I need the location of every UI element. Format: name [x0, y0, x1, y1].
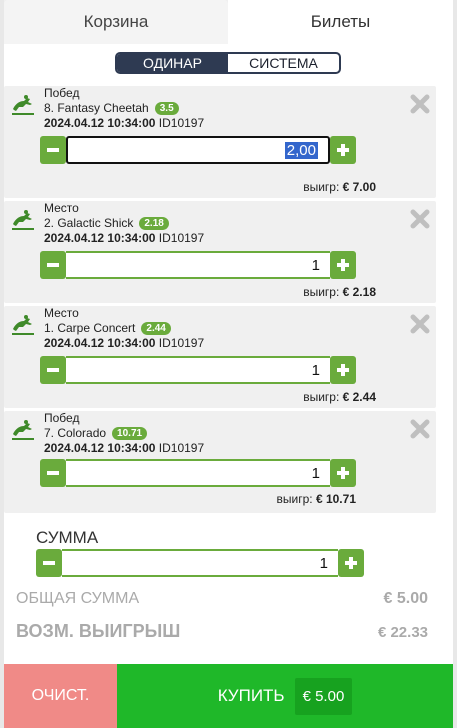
horse-jumping-icon: [12, 315, 34, 335]
sum-input[interactable]: 1: [62, 549, 338, 577]
sum-plus-button[interactable]: [338, 549, 364, 577]
total-value: € 5.00: [383, 590, 428, 607]
odds-badge: 3.5: [154, 101, 179, 115]
bet-type: Место: [44, 201, 79, 215]
clear-button[interactable]: ОЧИСТ.: [4, 664, 117, 728]
plus-button[interactable]: [330, 459, 356, 487]
close-x-icon[interactable]: [410, 419, 430, 439]
event-datetime: 2024.04.12 10:34:00 ID10197: [44, 116, 205, 130]
win-amount: выигр: € 10.71: [276, 492, 356, 506]
mode-system-button[interactable]: СИСТЕМА: [228, 54, 339, 72]
buy-button[interactable]: КУПИТЬ € 5.00: [117, 664, 453, 728]
bet-card: Побед 8. Fantasy Cheetah 3.5 2024.04.12 1…: [4, 86, 436, 198]
close-x-icon[interactable]: [410, 94, 430, 114]
bet-type: Побед: [44, 411, 80, 425]
total-label: ОБЩАЯ СУММА: [16, 590, 140, 607]
runner-name: 7. Colorado 10.71: [44, 426, 148, 440]
stake-input[interactable]: 1: [66, 356, 330, 384]
horse-jumping-icon: [12, 95, 34, 115]
win-amount: выигр: € 7.00: [303, 180, 376, 194]
bet-type: Место: [44, 306, 79, 320]
minus-button[interactable]: [40, 459, 66, 487]
stake-stepper: 1: [40, 356, 356, 384]
stake-input[interactable]: 1: [66, 251, 330, 279]
betslip-tabs: Корзина Билеты: [4, 0, 453, 44]
event-datetime: 2024.04.12 10:34:00 ID10197: [44, 336, 205, 350]
bet-card: Побед 7. Colorado 10.71 2024.04.12 10:34:…: [4, 411, 436, 513]
buy-amount: € 5.00: [294, 677, 353, 715]
action-bar: ОЧИСТ. КУПИТЬ € 5.00: [4, 664, 453, 728]
stake-input[interactable]: 1: [66, 459, 330, 487]
plus-icon: [337, 364, 349, 376]
plus-icon: [337, 144, 349, 156]
event-datetime: 2024.04.12 10:34:00 ID10197: [44, 231, 205, 245]
minus-icon: [47, 368, 59, 372]
stake-stepper: 2,00: [40, 136, 356, 164]
runner-name: 1. Carpe Concert 2.44: [44, 321, 171, 335]
plus-button[interactable]: [330, 251, 356, 279]
plus-icon: [337, 467, 349, 479]
bet-type: Побед: [44, 86, 80, 100]
bet-card: Место 1. Carpe Concert 2.44 2024.04.12 10…: [4, 306, 436, 408]
runner-name: 2. Galactic Shick 2.18: [44, 216, 169, 230]
stake-stepper: 1: [40, 251, 356, 279]
close-x-icon[interactable]: [410, 209, 430, 229]
minus-button[interactable]: [40, 356, 66, 384]
tab-tickets[interactable]: Билеты: [228, 0, 453, 44]
bet-card: Место 2. Galactic Shick 2.18 2024.04.12 1…: [4, 201, 436, 303]
betslip-frame: Корзина Билеты ОДИНАР СИСТЕМА Побед 8. F…: [4, 0, 453, 728]
plus-icon: [345, 557, 357, 569]
odds-badge: 10.71: [112, 426, 148, 440]
plus-button[interactable]: [330, 356, 356, 384]
minus-icon: [47, 263, 59, 267]
horse-jumping-icon: [12, 210, 34, 230]
win-amount: выигр: € 2.18: [303, 285, 376, 299]
minus-icon: [43, 561, 55, 565]
odds-badge: 2.44: [141, 321, 171, 335]
tab-basket[interactable]: Корзина: [4, 0, 228, 44]
sum-minus-button[interactable]: [36, 549, 62, 577]
potential-win-label: ВОЗМ. ВЫИГРЫШ: [16, 621, 181, 641]
minus-icon: [47, 471, 59, 475]
runner-name: 8. Fantasy Cheetah 3.5: [44, 101, 179, 115]
close-x-icon[interactable]: [410, 314, 430, 334]
win-amount: выигр: € 2.44: [303, 390, 376, 404]
stake-input[interactable]: 2,00: [66, 136, 330, 164]
potential-win-row: ВОЗМ. ВЫИГРЫШ € 22.33: [16, 621, 428, 642]
sum-stepper: 1: [36, 549, 364, 577]
mode-single-button[interactable]: ОДИНАР: [117, 54, 228, 72]
sum-label: СУММА: [36, 528, 99, 547]
minus-icon: [47, 148, 59, 152]
total-row: ОБЩАЯ СУММА € 5.00: [16, 590, 428, 608]
buy-label: КУПИТЬ: [217, 686, 285, 705]
odds-badge: 2.18: [139, 216, 169, 230]
bet-mode-toggle: ОДИНАР СИСТЕМА: [115, 52, 341, 74]
minus-button[interactable]: [40, 136, 66, 164]
horse-jumping-icon: [12, 420, 34, 440]
stake-stepper: 1: [40, 459, 356, 487]
plus-icon: [337, 259, 349, 271]
minus-button[interactable]: [40, 251, 66, 279]
event-datetime: 2024.04.12 10:34:00 ID10197: [44, 441, 205, 455]
potential-win-value: € 22.33: [377, 624, 428, 641]
plus-button[interactable]: [330, 136, 356, 164]
